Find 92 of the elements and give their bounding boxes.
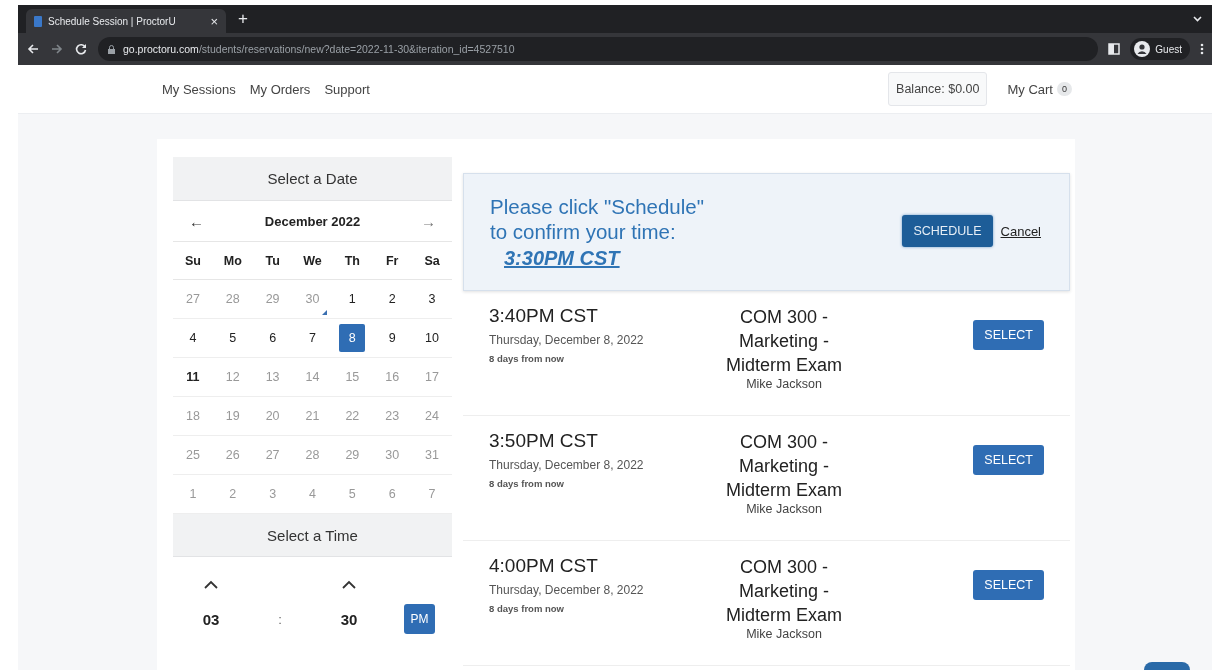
calendar-day[interactable]: 18	[179, 402, 206, 430]
url-text: go.proctoru.com/students/reservations/new?date=2022-11-30&iteration_id=4527510	[123, 43, 515, 55]
calendar-day[interactable]: 6	[259, 324, 286, 352]
calendar-day[interactable]: 25	[179, 441, 206, 469]
balance-label: Balance: $0.00	[888, 72, 988, 106]
calendar-day[interactable]: 29	[259, 285, 286, 313]
schedule-button[interactable]: SCHEDULE	[902, 215, 993, 247]
calendar-day[interactable]: 2	[219, 480, 246, 508]
instructor-name: Mike Jackson	[745, 627, 823, 641]
calendar-day[interactable]: 28	[219, 285, 246, 313]
calendar-day[interactable]: 20	[259, 402, 286, 430]
nav-link[interactable]: Support	[324, 81, 370, 97]
select-button[interactable]: SELECT	[973, 320, 1044, 350]
calendar-day[interactable]: 3	[259, 480, 286, 508]
calendar-day[interactable]: 12	[219, 363, 246, 391]
weekday-label: We	[292, 242, 333, 280]
next-month-button[interactable]: →	[421, 212, 436, 230]
calendar-day[interactable]: 26	[219, 441, 246, 469]
calendar-day[interactable]: 4	[299, 480, 326, 508]
calendar-day[interactable]: 11	[179, 363, 206, 391]
close-tab-button[interactable]: ×	[210, 13, 218, 29]
calendar-day[interactable]: 7	[419, 480, 446, 508]
calendar-day[interactable]: 23	[379, 402, 406, 430]
calendar-day[interactable]: 5	[339, 480, 366, 508]
calendar-day[interactable]: 15	[339, 363, 366, 391]
calendar-day[interactable]: 29	[339, 441, 366, 469]
calendar-day[interactable]: 31	[419, 441, 446, 469]
select-button[interactable]: SELECT	[973, 445, 1044, 475]
instructor-name: Mike Jackson	[745, 502, 823, 516]
cancel-link[interactable]: Cancel	[1000, 223, 1041, 239]
select-button[interactable]: SELECT	[973, 570, 1044, 600]
calendar-day[interactable]: 30	[299, 285, 326, 313]
nav-link[interactable]: My Sessions	[162, 81, 236, 97]
month-title: December 2022	[264, 213, 361, 229]
calendar-day[interactable]: 10	[419, 324, 446, 352]
exam-title: COM 300 - Marketing - Midterm Exam	[725, 306, 843, 377]
session-time: 4:00PM CST	[489, 555, 599, 577]
cart-link[interactable]: My Cart	[1007, 81, 1053, 97]
session-date: Thursday, December 8, 2022	[489, 457, 645, 474]
calendar-day[interactable]: 7	[299, 324, 326, 352]
calendar-day[interactable]: 24	[419, 402, 446, 430]
meridiem-toggle[interactable]: PM	[404, 604, 435, 634]
calendar-day[interactable]: 4	[179, 324, 206, 352]
calendar-day[interactable]: 16	[379, 363, 406, 391]
time-heading: Select a Time	[173, 514, 452, 557]
calendar-day[interactable]: 2	[379, 285, 406, 313]
address-bar[interactable]: go.proctoru.com/students/reservations/new?date=2022-11-30&iteration_id=4527510	[98, 37, 1099, 61]
tab-title: Schedule Session | ProctorU	[48, 15, 177, 27]
hour-value[interactable]: 03	[202, 610, 220, 628]
minute-value[interactable]: 30	[340, 610, 358, 628]
calendar-day[interactable]: 17	[419, 363, 446, 391]
calendar-day[interactable]: 3	[419, 285, 446, 313]
relative-date: 8 days from now	[489, 353, 565, 364]
calendar-day[interactable]: 27	[179, 285, 206, 313]
session-time: 3:40PM CST	[489, 305, 599, 327]
weekday-label: Tu	[252, 242, 293, 280]
calendar-day[interactable]: 22	[339, 402, 366, 430]
session-time: 3:50PM CST	[489, 430, 599, 452]
calendar-day[interactable]: 30	[379, 441, 406, 469]
calendar-day[interactable]: 6	[379, 480, 406, 508]
profile-button[interactable]: Guest	[1130, 38, 1190, 60]
browser-tab[interactable]: Schedule Session | ProctorU ×	[26, 9, 226, 33]
cart-count: 0	[1057, 82, 1072, 96]
calendar-day[interactable]: 5	[219, 324, 246, 352]
calendar-day[interactable]: 13	[259, 363, 286, 391]
time-separator: :	[278, 611, 282, 627]
weekday-label: Mo	[212, 242, 253, 280]
session-date: Thursday, December 8, 2022	[489, 582, 645, 599]
weekday-label: Th	[332, 242, 373, 280]
calendar-day[interactable]: 19	[219, 402, 246, 430]
new-tab-button[interactable]: +	[238, 9, 248, 29]
previous-month-button[interactable]: ←	[189, 212, 204, 230]
calendar-day[interactable]: 1	[339, 285, 366, 313]
weekday-label: Su	[173, 242, 213, 280]
weekday-label: Sa	[412, 242, 452, 280]
exam-title: COM 300 - Marketing - Midterm Exam	[725, 556, 843, 627]
calendar-day[interactable]: 9	[379, 324, 406, 352]
instructor-name: Mike Jackson	[745, 377, 823, 391]
calendar-day[interactable]: 21	[299, 402, 326, 430]
calendar-day[interactable]: 14	[299, 363, 326, 391]
relative-date: 8 days from now	[489, 478, 565, 489]
nav-link[interactable]: My Orders	[249, 81, 311, 97]
confirm-message: Please click "Schedule" to confirm your time: 3:30PM CST	[490, 193, 705, 271]
weekday-label: Fr	[372, 242, 413, 280]
calendar-day[interactable]: 28	[299, 441, 326, 469]
calendar-day[interactable]: 1	[179, 480, 206, 508]
session-date: Thursday, December 8, 2022	[489, 332, 645, 349]
calendar-day[interactable]: 27	[259, 441, 286, 469]
exam-title: COM 300 - Marketing - Midterm Exam	[725, 431, 843, 502]
relative-date: 8 days from now	[489, 603, 565, 614]
calendar-day[interactable]: 8	[339, 324, 366, 352]
date-heading: Select a Date	[173, 157, 452, 201]
